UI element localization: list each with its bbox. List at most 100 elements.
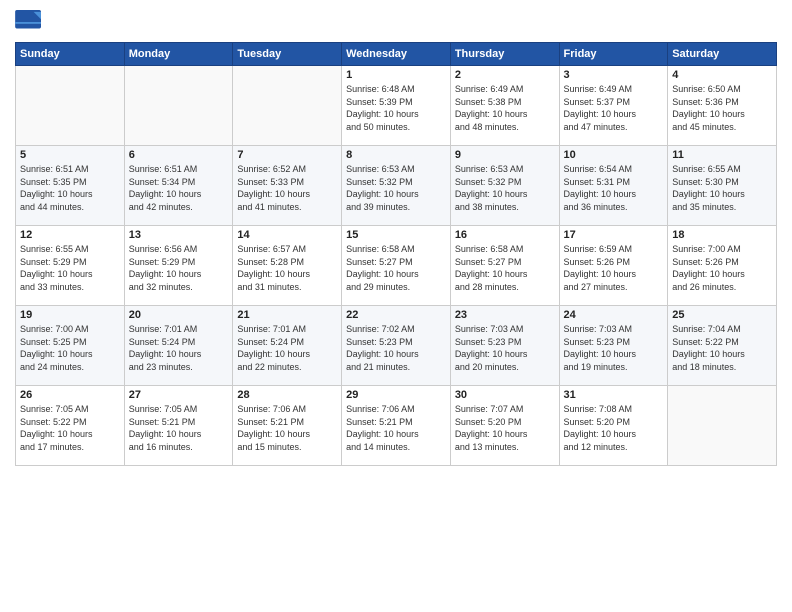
day-info: Sunrise: 6:55 AM Sunset: 5:29 PM Dayligh… (20, 243, 120, 293)
day-number: 22 (346, 309, 446, 321)
day-info: Sunrise: 6:51 AM Sunset: 5:34 PM Dayligh… (129, 163, 229, 213)
calendar-cell: 9 Sunrise: 6:53 AM Sunset: 5:32 PM Daylig… (450, 146, 559, 226)
day-info: Sunrise: 7:08 AM Sunset: 5:20 PM Dayligh… (564, 403, 664, 453)
calendar-cell: 23 Sunrise: 7:03 AM Sunset: 5:23 PM Dayli… (450, 306, 559, 386)
calendar-cell: 25Sunrise: 7:04 AM Sunset: 5:22 PM Dayli… (668, 306, 777, 386)
day-info: Sunrise: 6:50 AM Sunset: 5:36 PM Dayligh… (672, 83, 772, 133)
day-number: 12 (20, 229, 120, 241)
calendar-header: SundayMondayTuesdayWednesdayThursdayFrid… (16, 43, 777, 66)
day-number: 3 (564, 69, 664, 81)
calendar-cell: 11 Sunrise: 6:55 AM Sunset: 5:30 PM Dayli… (668, 146, 777, 226)
calendar-cell: 21 Sunrise: 7:01 AM Sunset: 5:24 PM Dayli… (233, 306, 342, 386)
day-info: Sunrise: 6:49 AM Sunset: 5:38 PM Dayligh… (455, 83, 555, 133)
calendar-cell: 12 Sunrise: 6:55 AM Sunset: 5:29 PM Dayli… (16, 226, 125, 306)
calendar-cell: 5Sunrise: 6:51 AM Sunset: 5:35 PM Daylig… (16, 146, 125, 226)
calendar-cell: 17Sunrise: 6:59 AM Sunset: 5:26 PM Dayli… (559, 226, 668, 306)
day-number: 11 (672, 149, 772, 161)
header-cell-wednesday: Wednesday (342, 43, 451, 66)
day-info: Sunrise: 6:58 AM Sunset: 5:27 PM Dayligh… (346, 243, 446, 293)
calendar-cell: 28 Sunrise: 7:06 AM Sunset: 5:21 PM Dayli… (233, 386, 342, 466)
day-info: Sunrise: 6:48 AM Sunset: 5:39 PM Dayligh… (346, 83, 446, 133)
calendar-cell: 3 Sunrise: 6:49 AM Sunset: 5:37 PM Daylig… (559, 66, 668, 146)
calendar-cell: 29Sunrise: 7:06 AM Sunset: 5:21 PM Dayli… (342, 386, 451, 466)
day-info: Sunrise: 6:59 AM Sunset: 5:26 PM Dayligh… (564, 243, 664, 293)
calendar-row-1: 5Sunrise: 6:51 AM Sunset: 5:35 PM Daylig… (16, 146, 777, 226)
day-number: 28 (237, 389, 337, 401)
day-info: Sunrise: 7:01 AM Sunset: 5:24 PM Dayligh… (237, 323, 337, 373)
day-number: 2 (455, 69, 555, 81)
day-info: Sunrise: 6:55 AM Sunset: 5:30 PM Dayligh… (672, 163, 772, 213)
day-info: Sunrise: 6:58 AM Sunset: 5:27 PM Dayligh… (455, 243, 555, 293)
day-number: 13 (129, 229, 229, 241)
day-number: 10 (564, 149, 664, 161)
calendar-cell: 31 Sunrise: 7:08 AM Sunset: 5:20 PM Dayli… (559, 386, 668, 466)
calendar-cell: 16 Sunrise: 6:58 AM Sunset: 5:27 PM Dayli… (450, 226, 559, 306)
day-number: 27 (129, 389, 229, 401)
calendar-row-0: 1 Sunrise: 6:48 AM Sunset: 5:39 PM Daylig… (16, 66, 777, 146)
calendar-cell (233, 66, 342, 146)
calendar-cell: 1 Sunrise: 6:48 AM Sunset: 5:39 PM Daylig… (342, 66, 451, 146)
day-number: 30 (455, 389, 555, 401)
day-info: Sunrise: 6:54 AM Sunset: 5:31 PM Dayligh… (564, 163, 664, 213)
header-cell-saturday: Saturday (668, 43, 777, 66)
day-info: Sunrise: 7:03 AM Sunset: 5:23 PM Dayligh… (564, 323, 664, 373)
calendar-cell: 22 Sunrise: 7:02 AM Sunset: 5:23 PM Dayli… (342, 306, 451, 386)
calendar-cell (668, 386, 777, 466)
day-info: Sunrise: 7:01 AM Sunset: 5:24 PM Dayligh… (129, 323, 229, 373)
day-info: Sunrise: 7:02 AM Sunset: 5:23 PM Dayligh… (346, 323, 446, 373)
day-info: Sunrise: 7:03 AM Sunset: 5:23 PM Dayligh… (455, 323, 555, 373)
calendar-cell: 2 Sunrise: 6:49 AM Sunset: 5:38 PM Daylig… (450, 66, 559, 146)
day-info: Sunrise: 7:07 AM Sunset: 5:20 PM Dayligh… (455, 403, 555, 453)
day-number: 18 (672, 229, 772, 241)
calendar-row-2: 12 Sunrise: 6:55 AM Sunset: 5:29 PM Dayli… (16, 226, 777, 306)
header-row: SundayMondayTuesdayWednesdayThursdayFrid… (16, 43, 777, 66)
day-info: Sunrise: 7:04 AM Sunset: 5:22 PM Dayligh… (672, 323, 772, 373)
calendar-cell: 7 Sunrise: 6:52 AM Sunset: 5:33 PM Daylig… (233, 146, 342, 226)
calendar-cell (16, 66, 125, 146)
calendar-cell: 6Sunrise: 6:51 AM Sunset: 5:34 PM Daylig… (124, 146, 233, 226)
day-info: Sunrise: 7:00 AM Sunset: 5:26 PM Dayligh… (672, 243, 772, 293)
day-number: 9 (455, 149, 555, 161)
day-info: Sunrise: 6:51 AM Sunset: 5:35 PM Dayligh… (20, 163, 120, 213)
calendar-cell: 30 Sunrise: 7:07 AM Sunset: 5:20 PM Dayli… (450, 386, 559, 466)
calendar-cell: 14 Sunrise: 6:57 AM Sunset: 5:28 PM Dayli… (233, 226, 342, 306)
day-info: Sunrise: 7:05 AM Sunset: 5:21 PM Dayligh… (129, 403, 229, 453)
day-number: 1 (346, 69, 446, 81)
day-info: Sunrise: 6:49 AM Sunset: 5:37 PM Dayligh… (564, 83, 664, 133)
calendar-cell: 18 Sunrise: 7:00 AM Sunset: 5:26 PM Dayli… (668, 226, 777, 306)
header-cell-friday: Friday (559, 43, 668, 66)
calendar-cell: 4 Sunrise: 6:50 AM Sunset: 5:36 PM Daylig… (668, 66, 777, 146)
day-number: 4 (672, 69, 772, 81)
day-number: 24 (564, 309, 664, 321)
calendar-table: SundayMondayTuesdayWednesdayThursdayFrid… (15, 42, 777, 466)
calendar-page: SundayMondayTuesdayWednesdayThursdayFrid… (0, 0, 792, 612)
calendar-cell: 26Sunrise: 7:05 AM Sunset: 5:22 PM Dayli… (16, 386, 125, 466)
calendar-cell: 24 Sunrise: 7:03 AM Sunset: 5:23 PM Dayli… (559, 306, 668, 386)
day-number: 16 (455, 229, 555, 241)
day-number: 7 (237, 149, 337, 161)
calendar-row-3: 19 Sunrise: 7:00 AM Sunset: 5:25 PM Dayli… (16, 306, 777, 386)
day-number: 20 (129, 309, 229, 321)
day-info: Sunrise: 7:00 AM Sunset: 5:25 PM Dayligh… (20, 323, 120, 373)
day-number: 19 (20, 309, 120, 321)
day-info: Sunrise: 6:57 AM Sunset: 5:28 PM Dayligh… (237, 243, 337, 293)
day-info: Sunrise: 6:56 AM Sunset: 5:29 PM Dayligh… (129, 243, 229, 293)
calendar-row-4: 26Sunrise: 7:05 AM Sunset: 5:22 PM Dayli… (16, 386, 777, 466)
day-number: 14 (237, 229, 337, 241)
day-number: 8 (346, 149, 446, 161)
logo-icon (15, 10, 43, 34)
calendar-cell: 19 Sunrise: 7:00 AM Sunset: 5:25 PM Dayli… (16, 306, 125, 386)
calendar-cell: 10 Sunrise: 6:54 AM Sunset: 5:31 PM Dayli… (559, 146, 668, 226)
day-number: 26 (20, 389, 120, 401)
day-number: 15 (346, 229, 446, 241)
day-info: Sunrise: 6:52 AM Sunset: 5:33 PM Dayligh… (237, 163, 337, 213)
day-number: 21 (237, 309, 337, 321)
day-number: 23 (455, 309, 555, 321)
day-info: Sunrise: 7:06 AM Sunset: 5:21 PM Dayligh… (237, 403, 337, 453)
header-cell-monday: Monday (124, 43, 233, 66)
day-number: 29 (346, 389, 446, 401)
logo (15, 10, 47, 34)
day-info: Sunrise: 6:53 AM Sunset: 5:32 PM Dayligh… (455, 163, 555, 213)
day-number: 31 (564, 389, 664, 401)
calendar-cell (124, 66, 233, 146)
